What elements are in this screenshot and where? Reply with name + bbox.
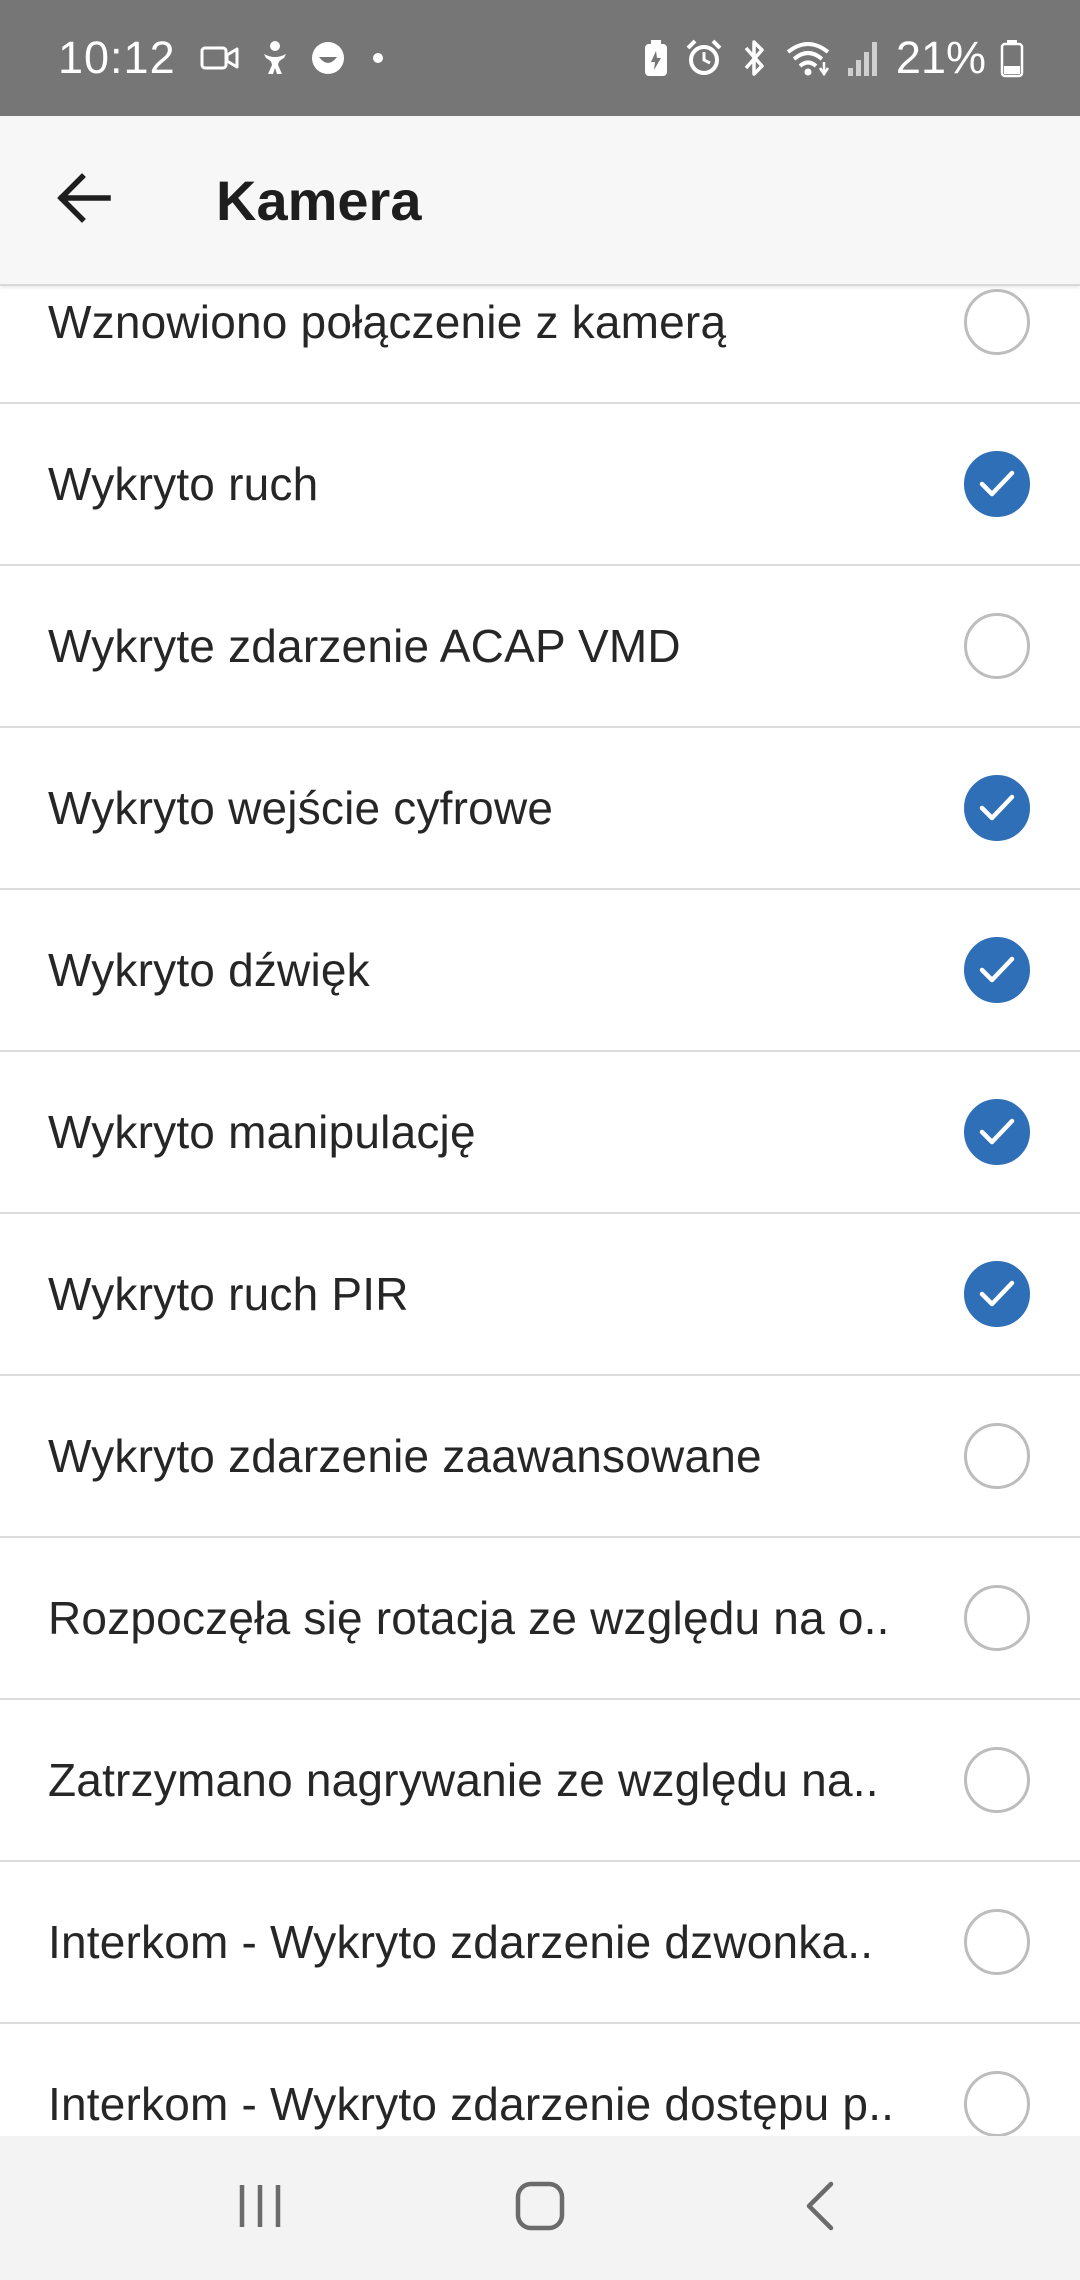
- wifi-icon: [784, 38, 832, 78]
- video-call-icon: [200, 42, 240, 74]
- recent-apps-button[interactable]: [180, 2148, 340, 2268]
- list-item-label: Interkom - Wykryto zdarzenie dzwonka..: [48, 1916, 874, 1968]
- system-back-button[interactable]: [740, 2148, 900, 2268]
- list-item-label: Wznowiono połączenie z kamerą: [48, 296, 727, 348]
- checkbox[interactable]: [964, 451, 1030, 517]
- signal-icon: [846, 38, 882, 78]
- list-item-label: Wykryto manipulację: [48, 1106, 476, 1158]
- back-button[interactable]: [0, 115, 168, 285]
- list-item-label: Wykryto zdarzenie zaawansowane: [48, 1430, 762, 1482]
- checkbox[interactable]: [964, 1747, 1030, 1813]
- checkmark-icon: [979, 956, 1015, 983]
- checkmark-icon: [979, 1118, 1015, 1145]
- checkbox[interactable]: [964, 775, 1030, 841]
- checkmark-icon: [979, 1280, 1015, 1307]
- list-item[interactable]: Rozpoczęła się rotacja ze względu na o..: [0, 1538, 1080, 1700]
- checkbox[interactable]: [964, 289, 1030, 355]
- list-item-label: Interkom - Wykryto zdarzenie dostępu p..: [48, 2078, 895, 2130]
- face-icon: [310, 40, 346, 76]
- app-bar: Kamera: [0, 116, 1080, 286]
- home-icon: [514, 2180, 566, 2237]
- list-item-label: Wykryte zdarzenie ACAP VMD: [48, 620, 681, 672]
- list-item-label: Wykryto ruch PIR: [48, 1268, 409, 1320]
- battery-saver-icon: [642, 38, 670, 78]
- list-item-label: Wykryto ruch: [48, 458, 319, 510]
- battery-icon: [1000, 38, 1024, 78]
- alarm-icon: [684, 38, 724, 78]
- checkbox[interactable]: [964, 1261, 1030, 1327]
- list-item-label: Rozpoczęła się rotacja ze względu na o..: [48, 1592, 890, 1644]
- list-item[interactable]: Interkom - Wykryto zdarzenie dostępu p..: [0, 2024, 1080, 2136]
- battery-percent: 21%: [895, 32, 986, 83]
- status-bar: 10:12 21%: [0, 0, 1080, 116]
- checkbox[interactable]: [964, 1099, 1030, 1165]
- list-item-label: Wykryto wejście cyfrowe: [48, 782, 554, 834]
- list-item-label: Zatrzymano nagrywanie ze względu na..: [48, 1754, 879, 1806]
- accessibility-icon: [258, 40, 292, 76]
- navigation-bar: [0, 2136, 1080, 2280]
- notification-settings-list[interactable]: Wznowiono połączenie z kamerą Wykryto ruc…: [0, 288, 1080, 2136]
- list-item[interactable]: Wykryto dźwięk: [0, 890, 1080, 1052]
- home-button[interactable]: [460, 2148, 620, 2268]
- status-time: 10:12: [58, 32, 176, 83]
- list-item[interactable]: Wykryto ruch PIR: [0, 1214, 1080, 1376]
- page-title: Kamera: [216, 168, 422, 232]
- status-bar-left: 10:12: [58, 32, 392, 84]
- list-item-label: Wykryto dźwięk: [48, 944, 370, 996]
- checkmark-icon: [979, 794, 1015, 821]
- list-item[interactable]: Wykryto manipulację: [0, 1052, 1080, 1214]
- list-item[interactable]: Wykryto ruch: [0, 404, 1080, 566]
- list-item[interactable]: Zatrzymano nagrywanie ze względu na..: [0, 1700, 1080, 1862]
- checkbox[interactable]: [964, 1585, 1030, 1651]
- list-content: Wznowiono połączenie z kamerą Wykryto ruc…: [0, 288, 1080, 2136]
- dot-icon: [364, 40, 392, 76]
- checkbox[interactable]: [964, 1423, 1030, 1489]
- list-item[interactable]: Wykryto wejście cyfrowe: [0, 728, 1080, 890]
- list-item[interactable]: Wykryte zdarzenie ACAP VMD: [0, 566, 1080, 728]
- list-item[interactable]: Interkom - Wykryto zdarzenie dzwonka..: [0, 1862, 1080, 2024]
- checkbox[interactable]: [964, 2071, 1030, 2136]
- arrow-left-icon: [56, 172, 112, 228]
- list-item[interactable]: Wznowiono połączenie z kamerą: [0, 288, 1080, 404]
- recent-apps-icon: [236, 2181, 284, 2236]
- status-bar-right: 21%: [642, 32, 1024, 84]
- bluetooth-icon: [738, 38, 770, 78]
- checkbox[interactable]: [964, 1909, 1030, 1975]
- back-icon: [803, 2180, 837, 2237]
- checkbox[interactable]: [964, 937, 1030, 1003]
- checkbox[interactable]: [964, 613, 1030, 679]
- checkmark-icon: [979, 470, 1015, 497]
- list-item[interactable]: Wykryto zdarzenie zaawansowane: [0, 1376, 1080, 1538]
